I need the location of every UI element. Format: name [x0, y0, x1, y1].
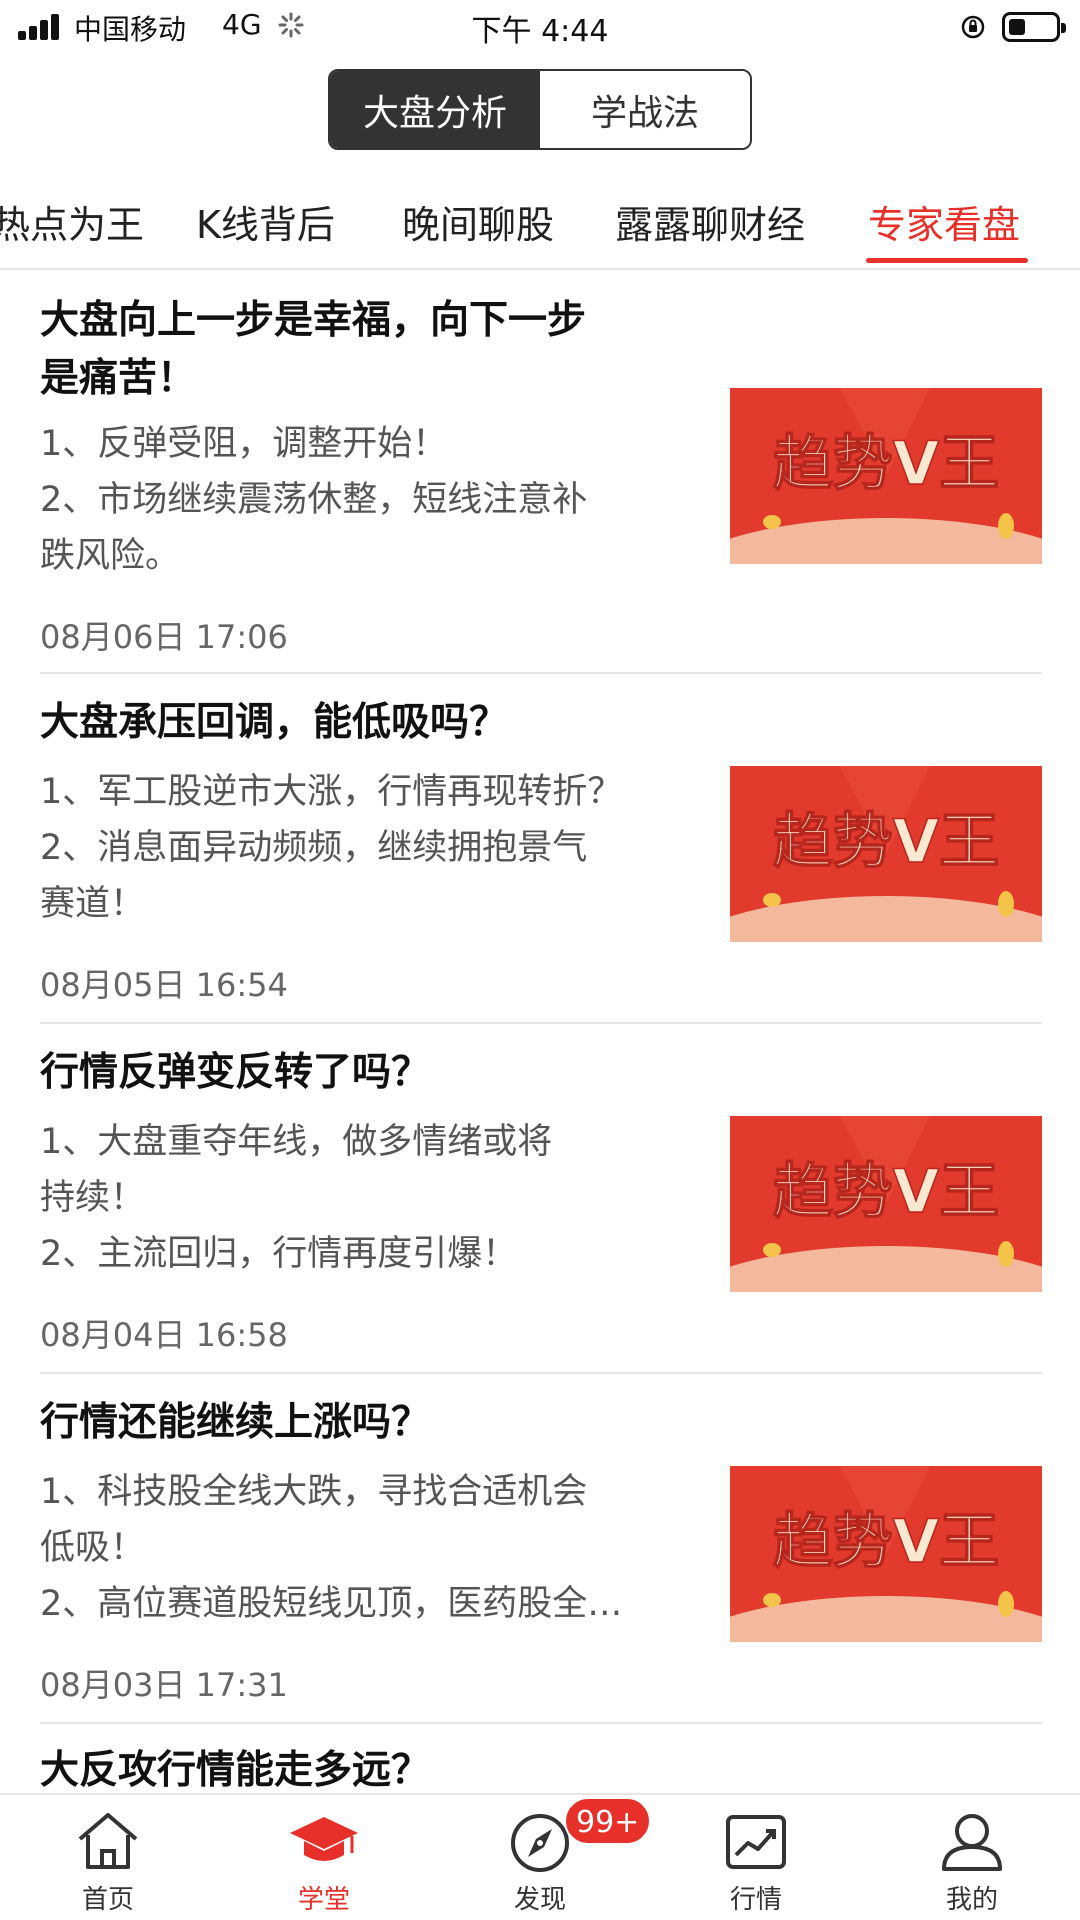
segment-learn-tactics[interactable]: 学战法 — [540, 71, 750, 148]
nav-discover[interactable]: 99+ 发现 — [432, 1795, 652, 1920]
divider — [40, 1022, 1042, 1024]
divider — [40, 672, 1042, 674]
status-time: 下午 4:44 — [471, 14, 609, 49]
article-date: 08月05日 16:54 — [40, 966, 288, 1004]
article-title: 行情反弹变反转了吗？ — [40, 1050, 431, 1095]
nav-label: 学堂 — [297, 1885, 350, 1915]
divider — [40, 1372, 1042, 1374]
nav-label: 行情 — [729, 1885, 782, 1915]
svg-text:趋势V王: 趋势V王 — [773, 807, 999, 877]
notification-badge: 99+ — [564, 1797, 652, 1845]
active-tab-indicator — [866, 258, 1028, 263]
tab-lulu-finance[interactable]: 露露聊财经 — [615, 194, 805, 249]
divider — [40, 1722, 1042, 1724]
svg-text:趋势V王: 趋势V王 — [773, 1507, 999, 1577]
bottom-nav: 首页 学堂 99+ 发现 行情 我的 — [0, 1793, 1080, 1920]
article-date: 08月06日 17:06 — [40, 618, 288, 656]
nav-label: 我的 — [945, 1885, 998, 1915]
nav-market[interactable]: 行情 — [648, 1795, 864, 1920]
article-summary: 1、军工股逆市大涨，行情再现转折？ 2、消息面异动频频，继续拥抱景气 赛道！ — [40, 772, 623, 924]
article-summary: 1、科技股全线大跌，寻找合适机会 低吸！ 2、高位赛道股短线见顶，医药股全… — [40, 1472, 623, 1624]
section-switcher: 大盘分析 学战法 — [328, 69, 752, 150]
article-title: 大盘向上一步是幸福，向下一步 是痛苦！ — [40, 298, 587, 401]
tab-expert-view[interactable]: 专家看盘 — [868, 194, 1020, 249]
nav-school[interactable]: 学堂 — [216, 1795, 432, 1920]
article-summary: 1、大盘重夺年线，做多情绪或将 持续！ 2、主流回归，行情再度引爆！ — [40, 1122, 553, 1274]
user-icon — [942, 1814, 1002, 1871]
article-thumbnail: 趋势V王 — [730, 1466, 1042, 1642]
category-tabs: 热点为王 K线背后 晚间聊股 露露聊财经 专家看盘 — [0, 180, 1080, 270]
article-date: 08月03日 17:31 — [40, 1666, 288, 1704]
chart-trend-icon — [726, 1815, 786, 1869]
article-date: 08月04日 16:58 — [40, 1316, 288, 1354]
nav-label: 发现 — [513, 1885, 566, 1915]
nav-home[interactable]: 首页 — [0, 1795, 216, 1920]
article-thumbnail: 趋势V王 — [730, 1116, 1042, 1292]
svg-text:趋势V王: 趋势V王 — [773, 1157, 999, 1227]
nav-mine[interactable]: 我的 — [864, 1795, 1080, 1920]
article-title: 行情还能继续上涨吗？ — [40, 1400, 431, 1445]
article-title: 大反攻行情能走多远？ — [40, 1748, 431, 1793]
nav-label: 首页 — [81, 1885, 134, 1915]
status-bar: 中国移动 4G 下午 4:44 — [0, 0, 1080, 56]
rotation-lock-icon — [961, 15, 985, 39]
article-thumbnail: 趋势V王 — [730, 766, 1042, 942]
battery-icon — [1002, 12, 1066, 42]
segment-market-analysis[interactable]: 大盘分析 — [330, 71, 540, 148]
home-icon — [78, 1813, 138, 1869]
svg-text:趋势V王: 趋势V王 — [773, 429, 999, 499]
article-summary: 1、反弹受阻，调整开始！ 2、市场继续震荡休整，短线注意补 跌风险。 — [40, 424, 588, 576]
graduation-cap-icon — [290, 1817, 358, 1861]
article-thumbnail: 趋势V王 — [730, 388, 1042, 564]
article-title: 大盘承压回调，能低吸吗？ — [40, 700, 509, 745]
tab-evening-stock-talk[interactable]: 晚间聊股 — [402, 194, 554, 249]
tab-kline-behind[interactable]: K线背后 — [196, 194, 335, 249]
tab-hot-topics[interactable]: 热点为王 — [0, 194, 144, 249]
